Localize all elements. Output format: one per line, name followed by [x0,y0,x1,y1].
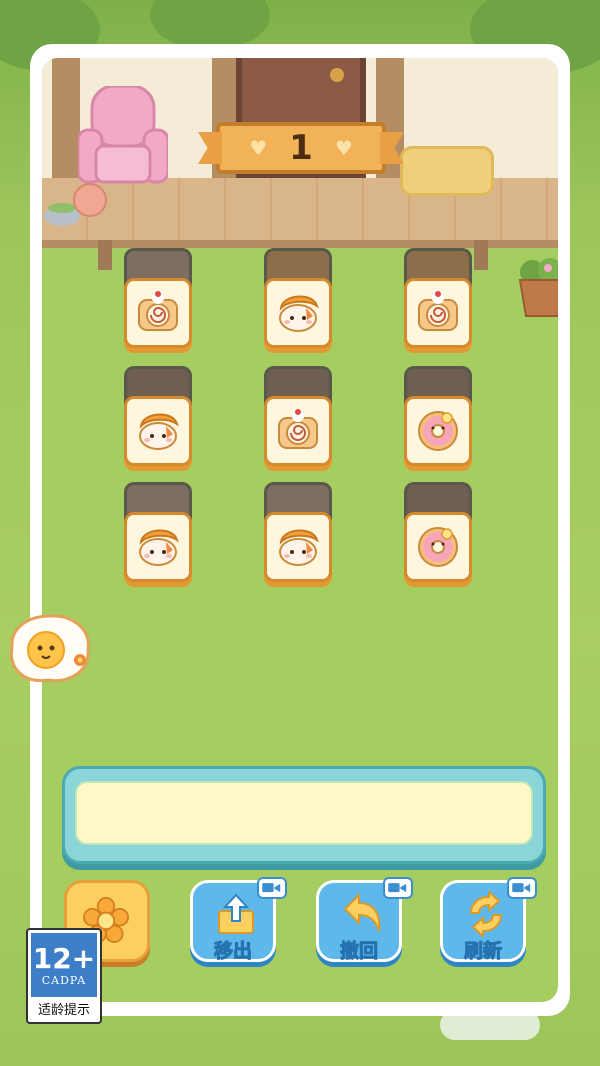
rating-org: CADPA [41,973,87,987]
move-out-label: 移出 [213,940,252,963]
level-number: 1 [289,128,313,168]
undo-button[interactable]: 撤回 [316,877,413,963]
refresh-button[interactable]: 刷新 [440,877,537,963]
door-knob [330,68,344,82]
swiss-roll-icon [133,286,183,340]
tile-stack[interactable] [124,248,192,348]
tile-swiss-roll[interactable] [124,278,192,348]
move-out-arrow-icon [218,893,254,934]
tray-slots [75,781,533,845]
tile-donut[interactable] [404,512,472,582]
tile-swiss-roll[interactable] [264,396,332,466]
flowerpot-decoration [518,258,558,317]
refresh-arrows-icon [469,891,503,937]
tile-cat-bread[interactable] [124,396,192,466]
age-rating-badge: 12+ CADPA 适龄提示 [26,928,102,1024]
cat-bread-icon [273,286,323,340]
cat-bread-icon [133,404,183,458]
tile-cat-bread[interactable] [264,512,332,582]
tile-stack[interactable] [264,366,332,466]
tile-stack[interactable] [124,366,192,466]
video-ad-icon [257,877,287,899]
level-banner: ♥ 1 ♥ [216,122,386,174]
porch-leg [98,240,112,270]
swiss-roll-icon [413,286,463,340]
game-board: ♥ 1 ♥ [42,58,558,1002]
tile-donut[interactable] [404,396,472,466]
game-board-frame: ♥ 1 ♥ [30,44,570,1016]
age-rating-block: 12+ CADPA [31,933,97,997]
tile-stack[interactable] [404,482,472,582]
tile-stack[interactable] [264,482,332,582]
fried-egg-mascot[interactable] [6,612,94,686]
heart-icon: ♥ [334,136,353,160]
porch-leg [474,240,488,270]
tile-tray [62,766,546,864]
age-rating-caption: 适龄提示 [37,1003,90,1018]
tile-cat-bread[interactable] [124,512,192,582]
video-ad-icon [507,877,537,899]
donut-icon [413,404,463,458]
tile-stack[interactable] [404,366,472,466]
cushion-decoration [400,146,494,196]
heart-icon: ♥ [249,136,268,160]
undo-label: 撤回 [339,940,378,963]
cat-bread-icon [273,520,323,574]
tile-stack[interactable] [264,248,332,348]
cat-bread-icon [133,520,183,574]
undo-arrow-icon [343,892,381,932]
move-out-button[interactable]: 移出 [190,877,287,963]
tile-stack[interactable] [404,248,472,348]
tile-swiss-roll[interactable] [404,278,472,348]
refresh-label: 刷新 [463,940,502,963]
tile-cat-bread[interactable] [264,278,332,348]
donut-icon [413,520,463,574]
video-ad-icon [383,877,413,899]
swiss-roll-icon [273,404,323,458]
tile-stack[interactable] [124,482,192,582]
teapot-bowl-decoration [44,183,107,226]
age-rating: 12+ [32,941,96,975]
